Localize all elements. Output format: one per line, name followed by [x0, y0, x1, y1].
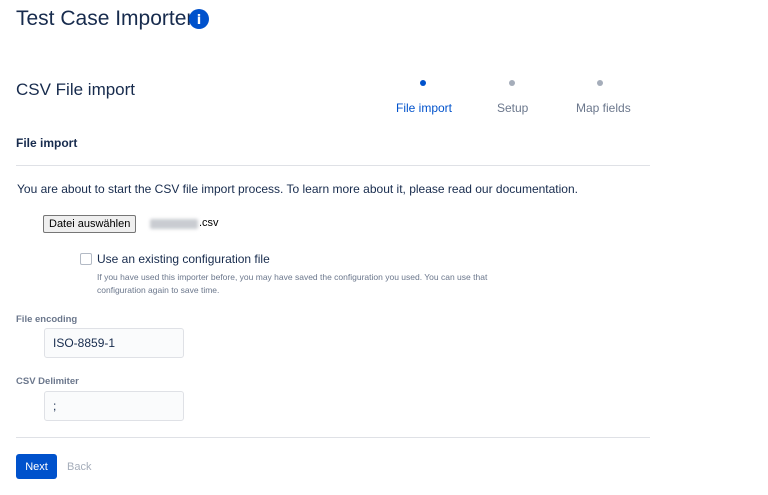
divider-top — [16, 165, 650, 166]
use-config-label[interactable]: Use an existing configuration file — [97, 252, 270, 266]
next-button[interactable]: Next — [16, 454, 57, 479]
intro-text: You are about to start the CSV file impo… — [17, 182, 578, 196]
info-icon-glyph: i — [197, 13, 201, 28]
back-button[interactable]: Back — [60, 454, 98, 479]
file-encoding-input[interactable] — [44, 328, 184, 358]
subsection-title: File import — [16, 136, 78, 150]
file-encoding-label: File encoding — [16, 314, 78, 325]
step-dot-file-import — [420, 80, 426, 86]
step-label-map-fields: Map fields — [576, 101, 631, 115]
section-title: CSV File import — [16, 80, 136, 99]
step-label-setup: Setup — [497, 101, 529, 115]
use-config-help-text: If you have used this importer before, y… — [97, 272, 488, 295]
choose-file-button[interactable]: Datei auswählen — [43, 215, 137, 233]
page-title: Test Case Importer — [16, 7, 194, 30]
step-label-file-import: File import — [396, 101, 453, 115]
csv-delimiter-input[interactable] — [44, 391, 184, 421]
step-dot-map-fields — [597, 80, 603, 86]
info-icon[interactable]: i — [189, 9, 209, 29]
use-config-checkbox[interactable] — [80, 253, 92, 265]
divider-bottom — [16, 437, 650, 438]
csv-delimiter-label: CSV Delimiter — [16, 376, 79, 387]
file-name-redacted — [150, 219, 198, 229]
step-dot-setup — [509, 80, 515, 86]
file-name-extension: .csv — [199, 217, 219, 229]
